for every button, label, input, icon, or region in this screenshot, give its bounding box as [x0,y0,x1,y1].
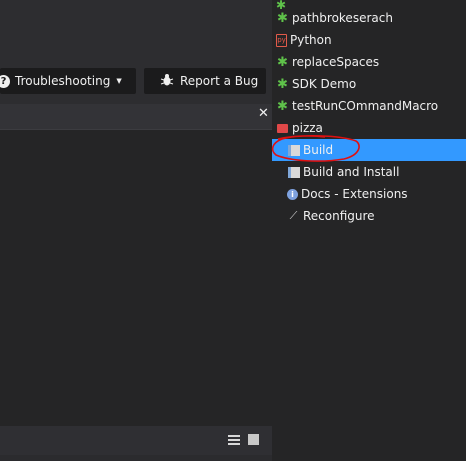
menu-item-label: Reconfigure [303,209,375,223]
gear-icon: ✱ [277,10,288,26]
report-bug-label: Report a Bug [180,74,259,88]
help-icon: ? [0,74,10,88]
menu-item-testruncommandmacro[interactable]: ✱ testRunCOmmandMacro [272,95,466,117]
troubleshooting-label: Troubleshooting [15,74,111,88]
stop-icon[interactable] [248,434,259,445]
menu-item-label: testRunCOmmandMacro [292,99,439,113]
panel-header [0,104,272,130]
document-icon [287,166,300,179]
menu-item-sdk-demo[interactable]: ✱ SDK Demo [272,73,466,95]
menu-group-pizza[interactable]: pizza [272,117,466,139]
menu-item-label: pathbrokeserach [292,11,393,25]
menu-item-label: replaceSpaces [292,55,380,69]
bug-icon [160,73,174,90]
menu-item-label: Build and Install [303,165,400,179]
chevron-down-icon: ▼ [116,77,122,85]
dropdown-menu: ✱ ✱ pathbrokeserach py Python ✱ replaceS… [272,0,466,461]
python-file-icon: py [276,33,287,47]
menu-item-build-and-install[interactable]: Build and Install [272,161,466,183]
close-icon[interactable]: ✕ [258,106,269,121]
troubleshooting-button[interactable]: ? Troubleshooting ▼ [0,68,136,94]
document-icon [287,144,300,157]
gear-icon: ✱ [277,98,288,114]
menu-item-reconfigure[interactable]: ⟋ Reconfigure [272,205,466,227]
menu-item-label: pizza [292,121,323,135]
list-icon[interactable] [228,435,240,445]
report-bug-button[interactable]: Report a Bug [144,68,266,94]
menu-item-docs-extensions[interactable]: i Docs - Extensions [272,183,466,205]
menu-item-label: Build [303,143,334,157]
info-icon: i [287,188,298,200]
menu-item-python[interactable]: py Python [272,29,466,51]
folder-icon [276,122,289,135]
menu-item-pathbrokeserach[interactable]: ✱ pathbrokeserach [272,7,466,29]
menu-item-label: SDK Demo [292,77,357,91]
panel-body [0,130,272,426]
gear-icon: ✱ [277,54,288,70]
menu-item-replacespaces[interactable]: ✱ replaceSpaces [272,51,466,73]
menu-item-label: Docs - Extensions [301,187,408,201]
wrench-icon: ⟋ [289,209,298,222]
menu-item-build[interactable]: Build [272,139,466,161]
menu-item-label: Python [290,33,332,47]
gear-icon: ✱ [277,76,288,92]
